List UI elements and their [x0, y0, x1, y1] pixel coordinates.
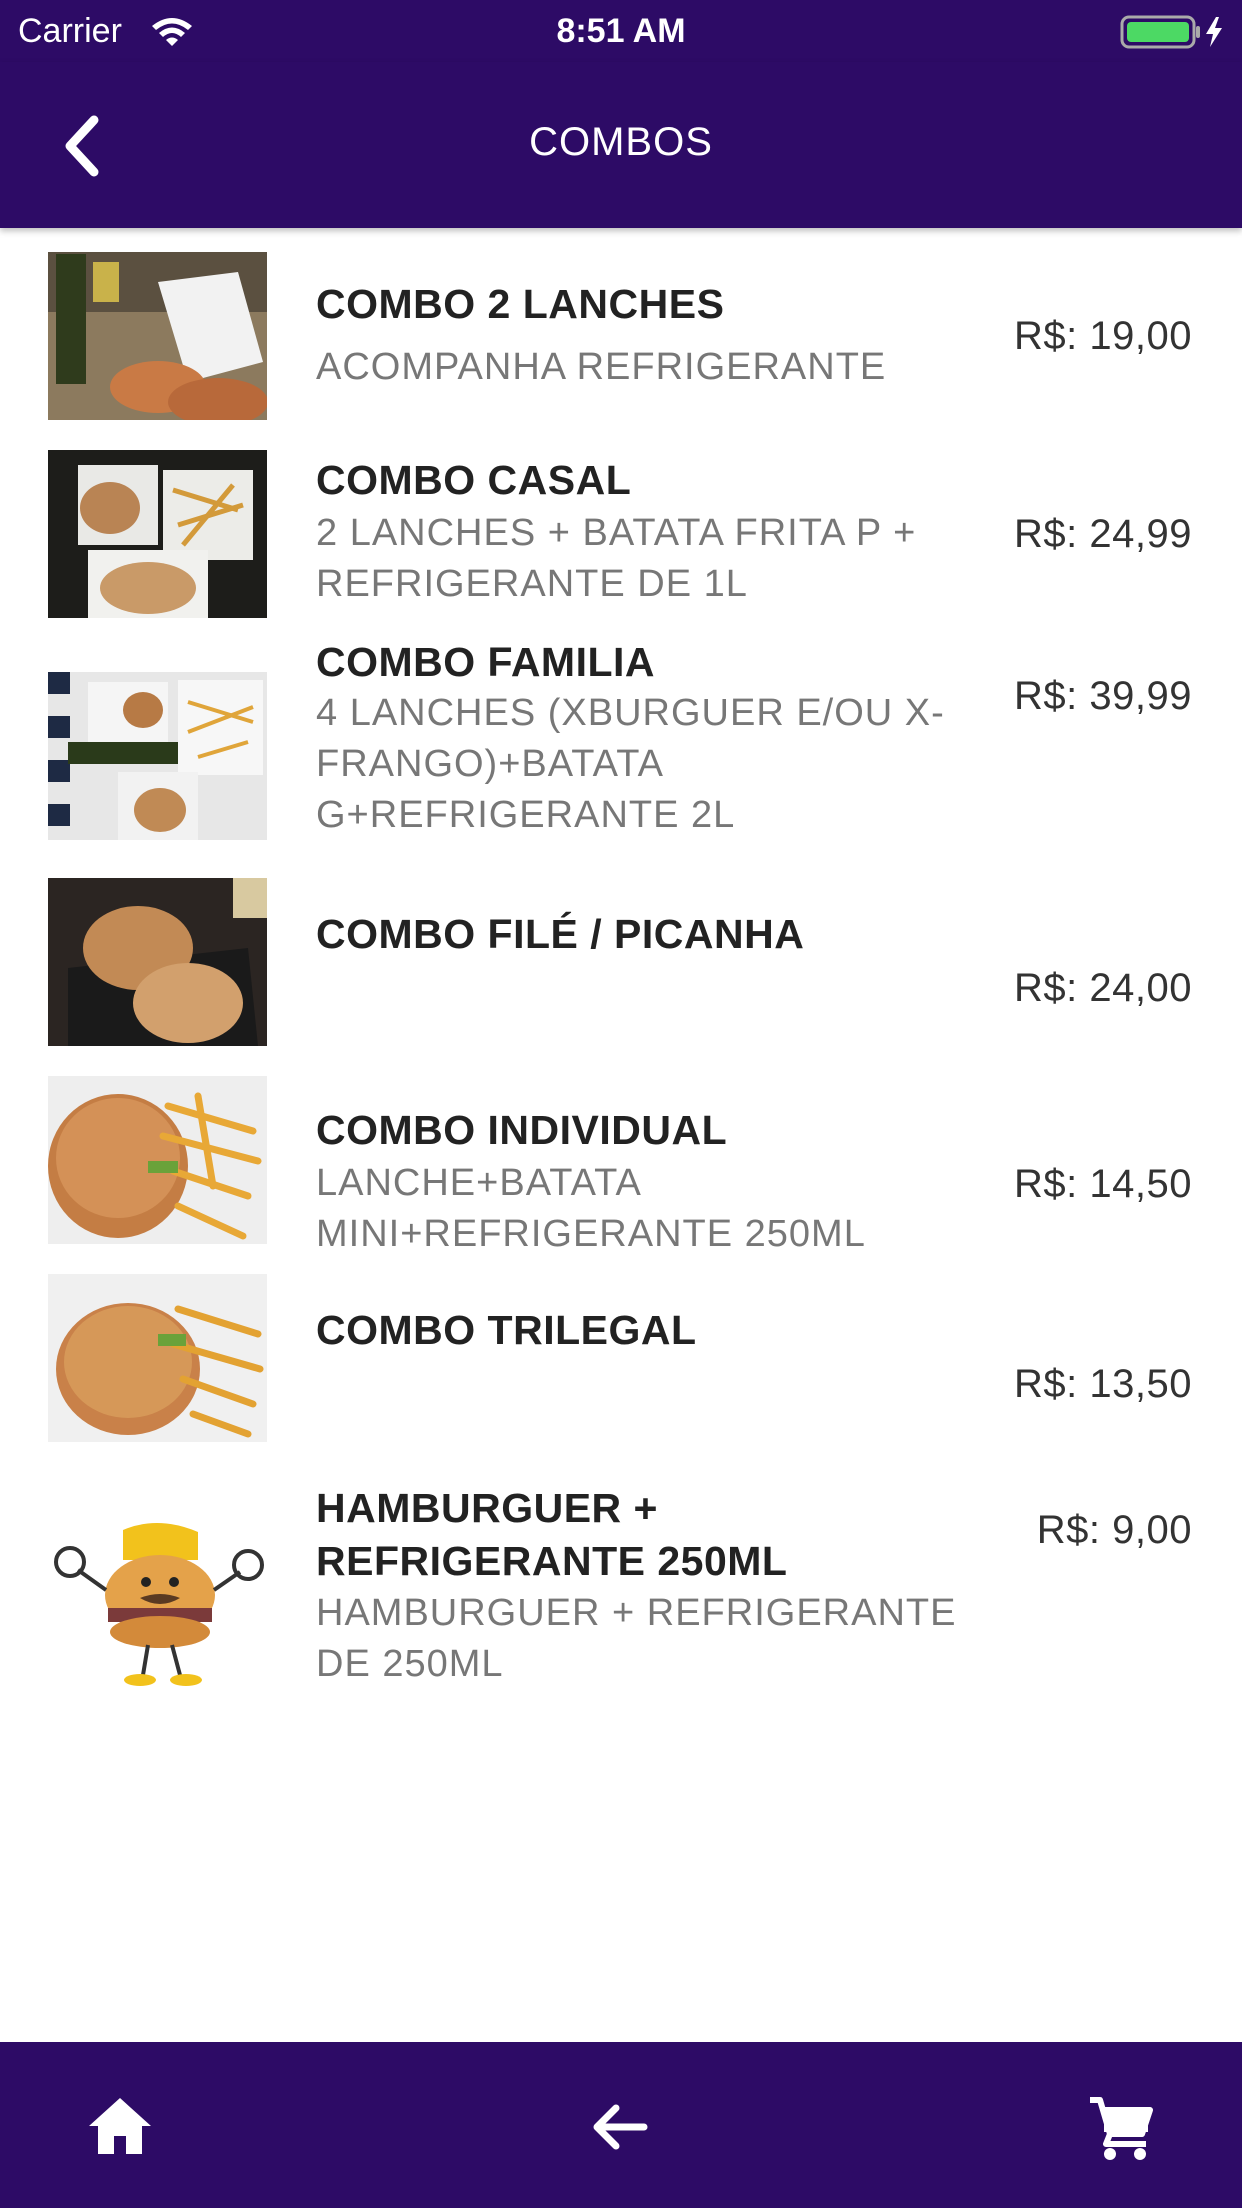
status-time: 8:51 AM — [556, 12, 686, 50]
combo-price: R$: 24,00 — [1014, 966, 1192, 1010]
combo-name: COMBO TRILEGAL — [316, 1307, 697, 1353]
combo-price: R$: 9,00 — [1036, 1508, 1192, 1552]
combo-description: 4 LANCHES (XBURGUER E/OU X-FRANGO)+BATAT… — [316, 692, 945, 836]
arrow-left-icon[interactable] — [586, 2092, 656, 2162]
combo-price: R$: 24,99 — [1014, 512, 1192, 556]
combo-description: LANCHE+BATATA MINI+REFRIGERANTE 250ML — [316, 1162, 866, 1255]
combo-name: COMBO INDIVIDUAL — [316, 1107, 728, 1153]
page-title: COMBOS — [529, 120, 713, 164]
combo-image — [48, 1274, 267, 1442]
combo-image — [48, 450, 267, 618]
combo-description: HAMBURGUER + REFRIGERANTE DE 250ML — [316, 1592, 957, 1685]
combo-price: R$: 14,50 — [1014, 1162, 1192, 1206]
combo-image — [48, 878, 267, 1046]
combo-name: COMBO 2 LANCHES — [316, 281, 725, 327]
combo-price: R$: 19,00 — [1014, 314, 1192, 358]
home-icon[interactable] — [85, 2092, 155, 2162]
nav-bar: COMBOS — [0, 62, 1242, 228]
cart-icon[interactable] — [1086, 2092, 1156, 2162]
combo-price: R$: 39,99 — [1014, 674, 1192, 718]
combo-price: R$: 13,50 — [1014, 1362, 1192, 1406]
combo-description: 2 LANCHES + BATATA FRITA P + REFRIGERANT… — [316, 512, 917, 605]
combo-image — [48, 672, 267, 840]
combo-description: ACOMPANHA REFRIGERANTE — [316, 346, 887, 388]
combo-image — [48, 252, 267, 420]
combo-name: COMBO FILÉ / PICANHA — [316, 911, 805, 957]
battery-icon — [1120, 15, 1222, 49]
combo-name: HAMBURGUER + REFRIGERANTE 250ML — [316, 1485, 788, 1584]
combo-name: COMBO FAMILIA — [316, 639, 656, 685]
combo-name: COMBO CASAL — [316, 457, 632, 503]
combo-image — [48, 1076, 267, 1244]
bottom-nav-bar — [0, 2042, 1242, 2208]
combo-image — [48, 1520, 267, 1688]
status-bar: Carrier 8:51 AM — [0, 0, 1242, 62]
